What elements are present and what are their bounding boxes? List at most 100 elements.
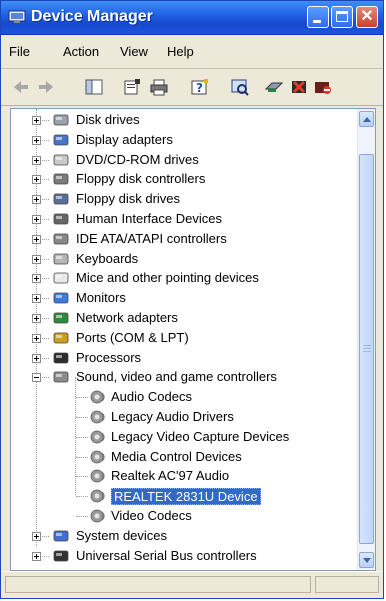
mouse-icon [52,270,70,286]
tree-device-row[interactable]: Legacy Audio Drivers [11,408,351,426]
tree-connector [76,456,88,458]
expand-toggle[interactable] [32,116,41,125]
device-label[interactable]: Video Codecs [111,508,192,523]
menu-view[interactable]: View [120,44,148,59]
expand-toggle[interactable] [32,531,41,541]
back-arrow-icon[interactable] [11,78,31,96]
status-panel-secondary [315,576,379,593]
device-label[interactable]: Legacy Audio Drivers [111,409,234,424]
scroll-down-button[interactable] [359,552,374,568]
tree-category-row[interactable]: Monitors [11,289,351,307]
tree-device-row[interactable]: Audio Codecs [11,388,351,406]
scan-hardware-icon[interactable] [230,78,250,96]
tree-category-label[interactable]: Floppy disk controllers [76,171,205,186]
forward-arrow-icon[interactable] [36,78,56,96]
tree-category-label[interactable]: Floppy disk drives [76,191,180,206]
tree-category-label[interactable]: Network adapters [76,310,178,325]
console-tree-icon[interactable] [84,78,104,96]
maximize-icon [336,11,348,22]
tree-category-row[interactable]: Keyboards [11,250,351,268]
expand-toggle[interactable] [32,294,41,304]
expand-toggle[interactable] [32,155,41,165]
usb-icon [52,548,70,564]
expand-toggle[interactable] [32,254,41,264]
vertical-scrollbar[interactable] [357,109,375,570]
tree-category-row[interactable]: Sound, video and game controllers [11,368,351,386]
tree-category-label[interactable]: Sound, video and game controllers [76,369,277,384]
scroll-up-button[interactable] [359,111,374,127]
selected-device-label[interactable]: REALTEK 2831U Device [111,488,261,506]
minimize-button[interactable] [307,6,329,28]
tree-category-label[interactable]: Processors [76,350,141,365]
device-label[interactable]: Legacy Video Capture Devices [111,429,289,444]
update-driver-icon[interactable] [264,78,284,96]
tree-category-row[interactable]: Network adapters [11,309,351,327]
network-adapter-icon [52,310,70,326]
expand-toggle[interactable] [32,353,41,363]
menu-action[interactable]: Action [63,44,99,59]
tree-category-row[interactable]: Floppy disk drives [11,190,351,208]
device-label[interactable]: Realtek AC'97 Audio [111,468,229,483]
expand-toggle[interactable] [32,333,41,343]
tree-device-row[interactable]: Video Codecs [11,507,351,525]
tree-category-label[interactable]: System devices [76,528,167,543]
speaker-icon [89,449,107,465]
expand-toggle[interactable] [32,175,41,185]
title-bar[interactable]: Device Manager ✕ [1,1,383,35]
tree-category-row[interactable]: Display adapters [11,131,351,149]
menu-file[interactable]: File [9,44,30,59]
tree-category-label[interactable]: Universal Serial Bus controllers [76,548,257,563]
tree-category-label[interactable]: Ports (COM & LPT) [76,330,189,345]
tree-device-row[interactable]: Media Control Devices [11,448,351,466]
scroll-thumb[interactable] [359,154,374,544]
tree-connector [76,436,88,438]
tree-device-row[interactable]: Legacy Video Capture Devices [11,428,351,446]
processor-icon [52,350,70,366]
tree-category-row[interactable]: Floppy disk controllers [11,170,351,188]
expand-toggle[interactable] [32,135,41,145]
tree-category-label[interactable]: Display adapters [76,132,173,147]
tree-category-row[interactable]: Universal Serial Bus controllers [11,547,351,565]
tree-category-row[interactable]: Disk drives [11,111,351,129]
tree-category-row[interactable]: Human Interface Devices [11,210,351,228]
tree-category-row[interactable]: Mice and other pointing devices [11,269,351,287]
tree-device-row[interactable]: REALTEK 2831U Device [11,487,351,506]
print-icon[interactable] [149,78,169,96]
ide-controller-icon [52,231,70,247]
tree-category-row[interactable]: IDE ATA/ATAPI controllers [11,230,351,248]
tree-category-label[interactable]: Human Interface Devices [76,211,222,226]
tree-category-label[interactable]: IDE ATA/ATAPI controllers [76,231,227,246]
maximize-button[interactable] [331,6,353,28]
window-title: Device Manager [31,8,153,25]
help-icon[interactable]: ? [190,78,210,96]
speaker-icon [89,488,107,504]
close-icon: ✕ [360,8,374,25]
tree-category-label[interactable]: Monitors [76,290,126,305]
uninstall-icon[interactable] [289,78,309,96]
expand-toggle[interactable] [32,274,41,284]
tree-category-row[interactable]: System devices [11,527,351,545]
expand-toggle[interactable] [32,195,41,205]
expand-toggle[interactable] [32,314,41,323]
tree-category-row[interactable]: DVD/CD-ROM drives [11,151,351,169]
properties-icon[interactable] [122,78,142,96]
tree-device-row[interactable]: Realtek AC'97 Audio [11,467,351,485]
cdrom-icon [52,152,70,168]
tree-category-label[interactable]: DVD/CD-ROM drives [76,152,199,167]
close-button[interactable]: ✕ [356,6,378,28]
menu-bar: File Action View Help [1,35,383,69]
disable-icon[interactable] [313,78,333,96]
tree-category-row[interactable]: Processors [11,349,351,367]
tree-category-label[interactable]: Keyboards [76,251,138,266]
expand-toggle[interactable] [32,551,41,561]
tree-category-row[interactable]: Ports (COM & LPT) [11,329,351,347]
expand-toggle[interactable] [32,215,41,224]
tree-category-label[interactable]: Disk drives [76,112,140,127]
device-label[interactable]: Media Control Devices [111,449,242,464]
menu-help[interactable]: Help [167,44,194,59]
expand-toggle[interactable] [32,234,41,244]
collapse-toggle[interactable] [32,373,41,383]
tree-category-label[interactable]: Mice and other pointing devices [76,270,259,285]
device-label[interactable]: Audio Codecs [111,389,192,404]
device-tree[interactable]: Disk drives Display adapters DVD/CD-ROM dr… [10,108,376,571]
